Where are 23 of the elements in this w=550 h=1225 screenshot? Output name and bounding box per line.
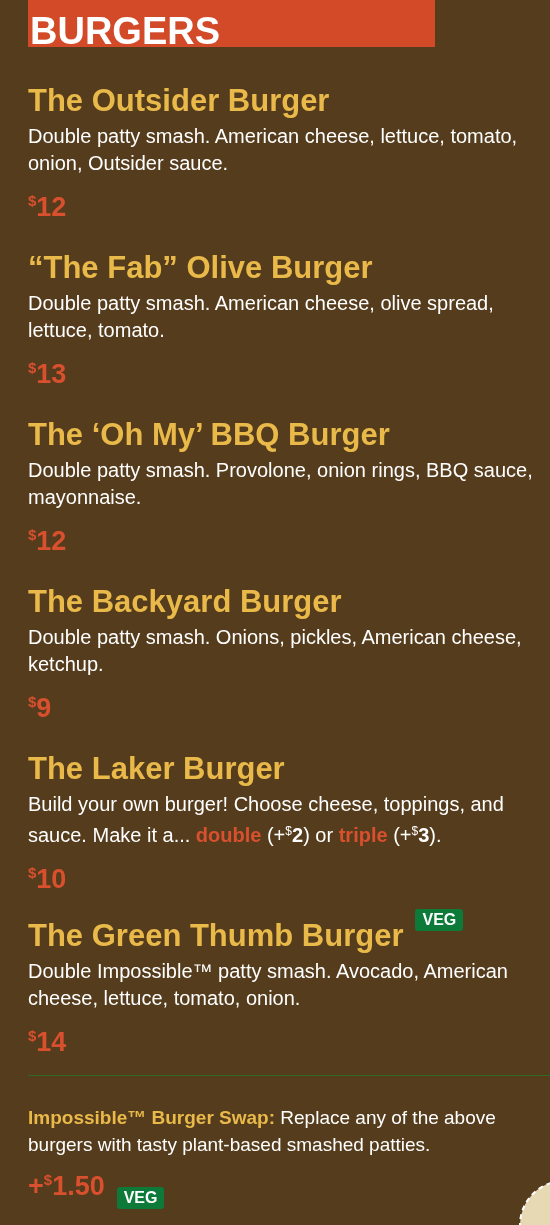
price: $^{$}$12: [28, 191, 68, 224]
veg-badge: VEG: [415, 909, 464, 931]
veg-badge: VEG: [116, 1187, 165, 1209]
item-title: The ‘Oh My’ BBQ Burger: [28, 417, 390, 453]
item-title: The Green Thumb Burger: [28, 918, 404, 954]
price: +$^{$}$1.50: [28, 1170, 105, 1203]
item-description: Double patty smash. Provolone, onion rings, BBQ sauce, mayonnaise.: [28, 458, 534, 510]
item-description: Double patty smash. Onions, pickles, American cheese, ketchup.: [28, 625, 523, 677]
item-title: “The Fab” Olive Burger: [28, 250, 373, 286]
item-description: Build your own burger! Choose cheese, toppings, and sauce. Make it a... double (+$^{$}$2) or triple (+$^{$}$3).: [28, 792, 505, 848]
item-title: The Backyard Burger: [28, 584, 342, 620]
item-description: Double Impossible™ patty smash. Avocado, American cheese, lettuce, tomato, onion.: [28, 959, 509, 1011]
item-title: The Laker Burger: [28, 751, 285, 787]
item-title: The Outsider Burger: [28, 83, 330, 119]
price: $^{$}$14: [28, 1026, 68, 1059]
price: $^{$}$9: [28, 692, 53, 725]
swap-note: Impossible™ Burger Swap: Replace any of the above burgers with tasty plant-based smashed patties.: [28, 1106, 497, 1157]
price: $^{$}$13: [28, 358, 68, 391]
section-header: BURGERS: [28, 0, 435, 47]
price: $^{$}$12: [28, 525, 68, 558]
item-description: Double patty smash. American cheese, lettuce, tomato, onion, Outsider sauce.: [28, 124, 519, 176]
price: $^{$}$10: [28, 863, 68, 896]
item-description: Double patty smash. American cheese, olive spread, lettuce, tomato.: [28, 291, 495, 343]
